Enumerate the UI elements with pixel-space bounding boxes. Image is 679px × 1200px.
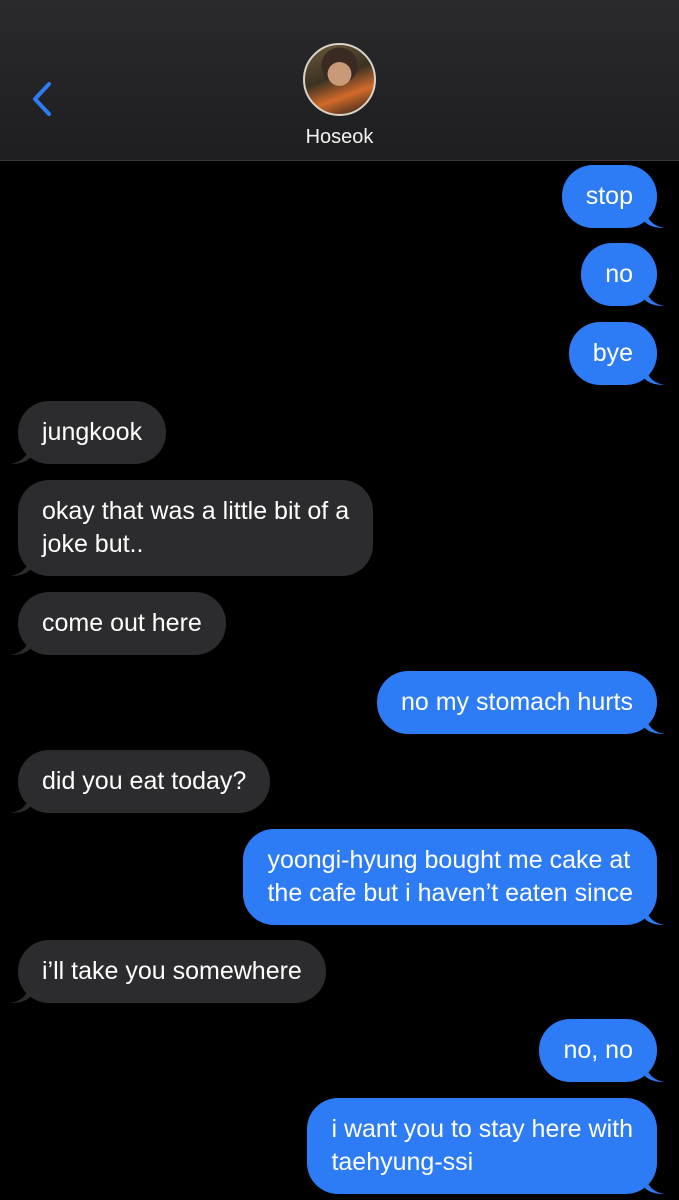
bubble-tail <box>645 1174 665 1194</box>
message-text-line: yoongi-hyung bought me cake at <box>267 846 631 874</box>
back-button[interactable] <box>22 76 62 122</box>
bubble-tail <box>645 714 665 734</box>
message-bubble-outgoing[interactable]: no, no <box>539 1019 665 1082</box>
message-text: i’ll take you somewhere <box>42 957 302 985</box>
conversation-header: Hoseok <box>0 0 679 161</box>
message-text-line: joke but.. <box>42 530 144 558</box>
chevron-left-icon <box>33 82 51 116</box>
message-bubble-outgoing[interactable]: bye <box>568 322 665 385</box>
message-text: bye <box>592 339 633 367</box>
contact-name[interactable]: Hoseok <box>0 126 679 149</box>
contact-avatar[interactable] <box>303 43 376 116</box>
bubble-tail <box>645 365 665 385</box>
message-bubble-outgoing[interactable]: i want you to stay here with taehyung-ss… <box>307 1098 665 1194</box>
bubble-tail <box>645 1062 665 1082</box>
bubble-tail <box>10 983 30 1003</box>
bubble-tail <box>10 635 30 655</box>
bubble-tail <box>645 905 665 925</box>
message-text: no <box>605 260 633 288</box>
message-bubble-outgoing[interactable]: stop <box>561 165 665 228</box>
message-text: did you eat today? <box>42 767 247 795</box>
message-list: stop no bye jungkook okay that was a lit… <box>0 161 679 1200</box>
message-bubble-incoming[interactable]: jungkook <box>10 401 167 464</box>
message-bubble-incoming[interactable]: i’ll take you somewhere <box>10 940 326 1003</box>
message-text: jungkook <box>42 418 143 446</box>
message-bubble-outgoing[interactable]: no my stomach hurts <box>376 671 665 734</box>
bubble-tail <box>645 208 665 228</box>
message-bubble-outgoing[interactable]: no <box>581 243 665 306</box>
message-text-line: the cafe but i haven’t eaten since <box>267 879 633 907</box>
message-bubble-incoming[interactable]: come out here <box>10 592 226 655</box>
message-bubble-outgoing[interactable]: yoongi-hyung bought me cake at the cafe … <box>243 829 665 925</box>
message-text: stop <box>585 182 633 210</box>
bubble-tail <box>10 444 30 464</box>
message-text: no my stomach hurts <box>400 688 633 716</box>
message-text: no, no <box>563 1036 633 1064</box>
bubble-tail <box>645 286 665 306</box>
message-bubble-incoming[interactable]: okay that was a little bit of a joke but… <box>10 480 374 576</box>
message-text: come out here <box>42 609 202 637</box>
message-text-line: okay that was a little bit of a <box>42 497 350 525</box>
message-text-line: i want you to stay here with <box>331 1115 633 1143</box>
bubble-tail <box>10 793 30 813</box>
bubble-tail <box>10 556 30 576</box>
message-bubble-incoming[interactable]: did you eat today? <box>10 750 271 813</box>
message-text-line: taehyung-ssi <box>331 1148 474 1176</box>
